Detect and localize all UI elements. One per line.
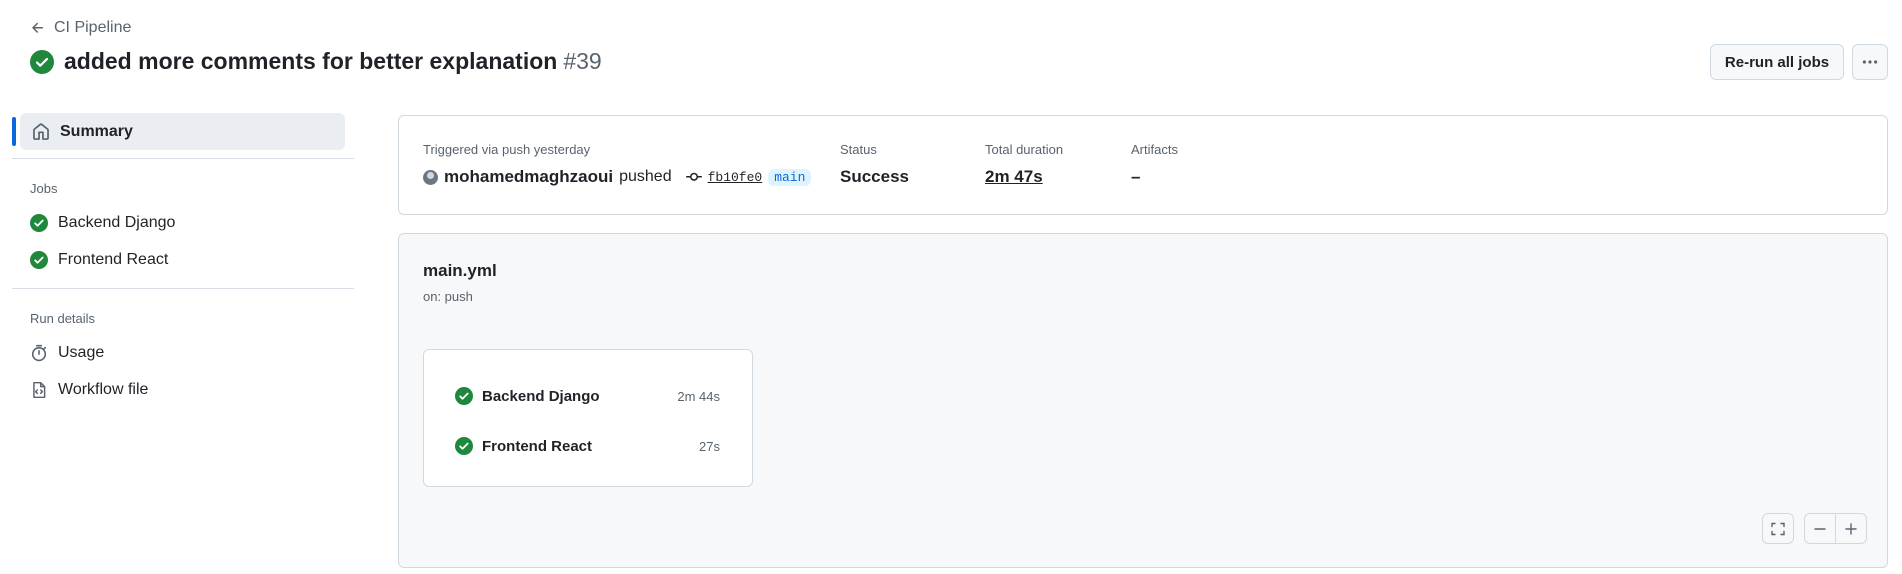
- page-title: added more comments for better explanati…: [64, 48, 602, 74]
- back-link[interactable]: CI Pipeline: [30, 19, 131, 37]
- artifacts-label: Artifacts: [1131, 142, 1178, 157]
- sidebar-item-backend-django[interactable]: Backend Django: [12, 204, 354, 241]
- home-icon: [33, 122, 49, 140]
- divider: [12, 158, 354, 159]
- duration-info: Total duration 2m 47s: [985, 142, 1063, 187]
- sidebar-item-usage[interactable]: Usage: [12, 334, 354, 371]
- success-check-icon: [455, 387, 473, 405]
- sidebar-item-frontend-react[interactable]: Frontend React: [12, 241, 354, 278]
- zoom-controls: [1804, 513, 1867, 544]
- run-number: #39: [563, 48, 602, 74]
- arrow-left-icon: [32, 22, 43, 33]
- duration-label: Total duration: [985, 142, 1064, 157]
- artifacts-info: Artifacts –: [1131, 142, 1178, 187]
- status-value: Success: [840, 167, 909, 186]
- run-summary-card: Triggered via push yesterday mohamedmagh…: [398, 115, 1888, 215]
- sidebar-item-label: Backend Django: [58, 213, 176, 231]
- minus-icon: [1814, 527, 1826, 530]
- workflow-name: main.yml: [423, 261, 497, 280]
- sidebar-item-label: Summary: [60, 122, 133, 140]
- fullscreen-button[interactable]: [1762, 513, 1794, 544]
- job-node-backend-django[interactable]: Backend Django 2m 44s: [424, 371, 752, 421]
- success-check-icon: [30, 250, 48, 269]
- zoom-out-button[interactable]: [1805, 514, 1835, 543]
- total-duration-link[interactable]: 2m 47s: [985, 167, 1043, 187]
- sidebar-item-summary[interactable]: Summary: [12, 113, 345, 150]
- sidebar-item-label: Usage: [58, 343, 105, 361]
- file-code-icon: [33, 381, 46, 398]
- action-text: pushed: [619, 168, 672, 185]
- git-commit-icon: [685, 172, 702, 181]
- page-title-row: added more comments for better explanati…: [30, 48, 602, 75]
- job-node-frontend-react[interactable]: Frontend React 27s: [424, 421, 752, 471]
- branch-badge[interactable]: main: [768, 168, 812, 186]
- sidebar-item-label: Frontend React: [58, 250, 169, 268]
- avatar[interactable]: [423, 169, 438, 185]
- status-info: Status Success: [840, 142, 909, 187]
- jobs-group: Backend Django 2m 44s Frontend React 27s: [423, 349, 753, 487]
- sidebar-item-workflow-file[interactable]: Workflow file: [12, 371, 354, 408]
- success-check-icon: [30, 213, 48, 232]
- commit-sha-link[interactable]: fb10fe0: [708, 170, 763, 185]
- workflow-trigger: on: push: [423, 289, 473, 304]
- back-link-label: CI Pipeline: [54, 19, 132, 36]
- rerun-all-jobs-button[interactable]: Re-run all jobs: [1710, 44, 1844, 80]
- stopwatch-icon: [31, 344, 47, 361]
- zoom-in-button[interactable]: [1835, 514, 1866, 543]
- divider: [12, 288, 354, 289]
- run-details-section-label: Run details: [30, 311, 96, 326]
- job-name: Frontend React: [482, 437, 593, 455]
- triggered-label: Triggered via push yesterday: [423, 142, 591, 157]
- plus-icon: [1845, 522, 1857, 535]
- success-check-icon: [30, 49, 54, 74]
- sidebar-item-label: Workflow file: [58, 380, 149, 398]
- trigger-info: Triggered via push yesterday mohamedmagh…: [423, 142, 812, 187]
- more-options-button[interactable]: [1852, 44, 1888, 80]
- kebab-horizontal-icon: [1862, 60, 1878, 64]
- status-label: Status: [840, 142, 877, 157]
- workflow-graph: main.yml on: push Backend Django 2m 44s …: [398, 233, 1888, 568]
- screen-full-icon: [1771, 522, 1785, 535]
- sidebar: Summary Jobs Backend Django Frontend Rea…: [12, 113, 354, 408]
- job-duration: 2m 44s: [677, 388, 720, 404]
- artifacts-value: –: [1131, 167, 1141, 186]
- job-name: Backend Django: [482, 387, 600, 405]
- success-check-icon: [455, 437, 473, 455]
- actor-link[interactable]: mohamedmaghzaoui: [444, 167, 613, 187]
- job-duration: 27s: [699, 438, 720, 454]
- jobs-section-label: Jobs: [30, 181, 58, 196]
